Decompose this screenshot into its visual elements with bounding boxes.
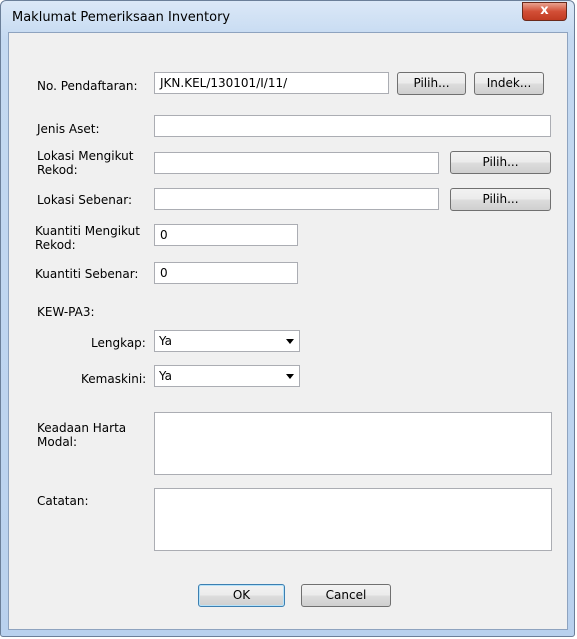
- lengkap-value: Ya: [159, 334, 173, 348]
- cancel-button[interactable]: Cancel: [301, 584, 391, 607]
- kemaskini-label: Kemaskini:: [81, 372, 147, 386]
- window-title: Maklumat Pemeriksaan Inventory: [12, 10, 231, 25]
- lengkap-label: Lengkap:: [91, 336, 146, 350]
- kuantiti-mengikut-rekod-label-1: Kuantiti Mengikut: [35, 224, 140, 238]
- indek-button[interactable]: Indek...: [474, 72, 544, 95]
- kuantiti-sebenar-label: Kuantiti Sebenar:: [35, 267, 139, 281]
- jenis-aset-input[interactable]: [154, 115, 551, 137]
- lokasi-sebenar-input[interactable]: [154, 188, 439, 210]
- keadaan-harta-modal-label-1: Keadaan Harta: [37, 421, 127, 435]
- kuantiti-sebenar-input[interactable]: 0: [154, 262, 298, 284]
- close-icon: x: [540, 3, 549, 18]
- kemaskini-select[interactable]: Ya: [154, 365, 300, 387]
- no-pendaftaran-input[interactable]: JKN.KEL/130101/I/11/: [154, 72, 389, 94]
- jenis-aset-label: Jenis Aset:: [37, 122, 100, 136]
- dialog-body: No. Pendaftaran: JKN.KEL/130101/I/11/ Pi…: [8, 32, 568, 630]
- pilih-lokasi-sebenar-button[interactable]: Pilih...: [450, 188, 551, 211]
- pilih-lokasi-rekod-button[interactable]: Pilih...: [450, 151, 551, 174]
- kuantiti-mengikut-rekod-input[interactable]: 0: [154, 224, 298, 246]
- chevron-down-icon: [286, 339, 294, 344]
- dialog-window: Maklumat Pemeriksaan Inventory x No. Pen…: [0, 0, 575, 637]
- pilih-no-pendaftaran-button[interactable]: Pilih...: [397, 72, 466, 95]
- close-button[interactable]: x: [522, 2, 567, 21]
- ok-button[interactable]: OK: [198, 584, 285, 607]
- keadaan-harta-modal-label-2: Modal:: [37, 435, 78, 449]
- catatan-label: Catatan:: [37, 494, 89, 508]
- lengkap-select[interactable]: Ya: [154, 330, 300, 352]
- kewpa3-label: KEW-PA3:: [37, 305, 95, 319]
- lokasi-mengikut-rekod-label-1: Lokasi Mengikut: [37, 149, 134, 163]
- kuantiti-mengikut-rekod-label-2: Rekod:: [35, 238, 76, 252]
- lokasi-sebenar-label: Lokasi Sebenar:: [37, 193, 133, 207]
- lokasi-mengikut-rekod-label-2: Rekod:: [37, 163, 78, 177]
- no-pendaftaran-label: No. Pendaftaran:: [37, 79, 138, 93]
- lokasi-mengikut-rekod-input[interactable]: [154, 152, 439, 174]
- kemaskini-value: Ya: [159, 369, 173, 383]
- title-bar[interactable]: Maklumat Pemeriksaan Inventory x: [1, 1, 574, 33]
- chevron-down-icon: [286, 374, 294, 379]
- keadaan-harta-modal-textarea[interactable]: [154, 412, 552, 475]
- catatan-textarea[interactable]: [154, 488, 552, 551]
